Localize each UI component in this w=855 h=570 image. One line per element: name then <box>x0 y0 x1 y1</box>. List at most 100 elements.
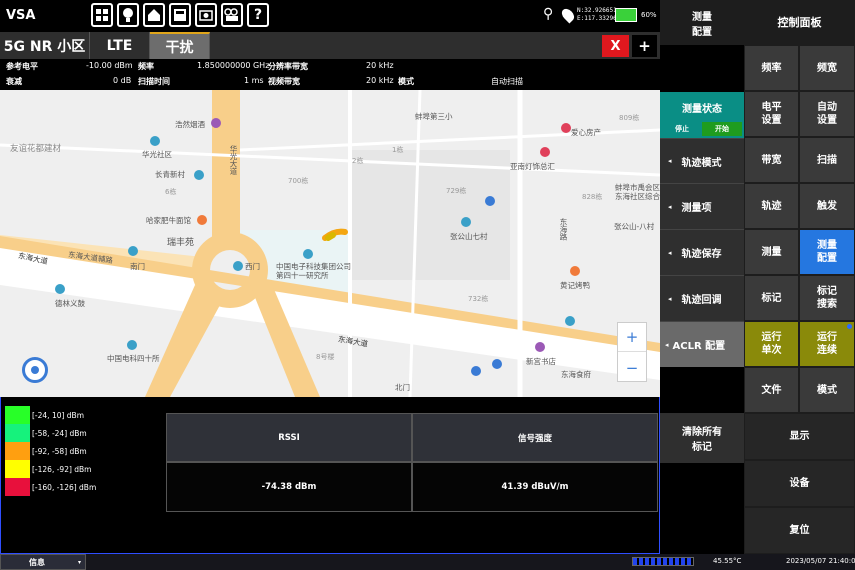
tab-lte[interactable]: LTE <box>90 32 150 59</box>
measurement-status-label: 测量状态 <box>682 104 722 115</box>
measure-config-button[interactable]: 测量 配置 <box>799 229 855 275</box>
close-tab-button[interactable]: X <box>602 35 629 57</box>
map-roads <box>0 90 660 397</box>
map-label: 中国电子科技集团公司第四十一研究所 <box>276 262 351 280</box>
ref-level-value: -10.00 dBm <box>86 61 133 70</box>
mode-value: 自动扫描 <box>491 77 523 86</box>
datetime: 2023/05/07 21:40:05 <box>786 557 855 565</box>
stop-toggle[interactable]: 停止 <box>662 122 702 136</box>
frequency-button[interactable]: 频率 <box>744 45 799 91</box>
trace-recall-label: 轨迹回调 <box>681 295 722 306</box>
poi-marker-icon <box>471 366 481 376</box>
map-label: 蚌埠第三小 <box>415 112 453 121</box>
control-panel: 控制面板 频率 频宽 电平 设置 自动 设置 带宽 扫描 轨迹 触发 测量 测量… <box>744 0 855 554</box>
legend-swatch <box>5 460 30 478</box>
caret-left-icon: ◂ <box>668 157 672 165</box>
frequency-value: 1.850000000 GHz <box>197 61 270 70</box>
auto-set-button[interactable]: 自动 设置 <box>799 91 855 137</box>
save-icon[interactable] <box>169 3 191 27</box>
building-label: 1栋 <box>392 146 404 154</box>
marker-button[interactable]: 标记 <box>744 275 799 321</box>
temperature: 45.55°C <box>713 557 742 565</box>
trace-mode-item[interactable]: ◂ 轨迹模式 <box>660 138 744 183</box>
table-header-rssi: RSSI <box>166 413 412 462</box>
help-icon[interactable]: ? <box>247 3 269 27</box>
reset-button[interactable]: 复位 <box>744 507 855 554</box>
trace-mode-label: 轨迹模式 <box>681 157 722 169</box>
tab-bar: 5G NR 小区 LTE 干扰 <box>0 32 660 59</box>
trace-save-item[interactable]: ◂ 轨迹保存 <box>660 229 744 275</box>
map-label: 爱心房产 <box>571 128 601 137</box>
map-label: 瑞丰苑 <box>167 238 195 248</box>
legend-row: [-58, -24] dBm <box>5 424 87 442</box>
poi-marker-icon <box>233 261 243 271</box>
caret-left-icon: ◂ <box>665 340 669 349</box>
sweep-button[interactable]: 扫描 <box>799 137 855 183</box>
legend-row: [-24, 10] dBm <box>5 406 84 424</box>
clear-markers-line2: 标记 <box>692 442 712 453</box>
clear-markers-button[interactable]: 清除所有 标记 <box>660 413 744 463</box>
building-label: 729栋 <box>446 187 467 195</box>
status-toggle: 停止 开始 <box>662 122 742 136</box>
poi-marker-icon <box>197 215 207 225</box>
legend-label: [-58, -24] dBm <box>32 428 87 438</box>
map-view[interactable]: 浩然烟酒 华光社区 长青新村 哈家肥牛面馆 瑞丰苑 友谊花都建材 东海大道 东海… <box>0 90 660 397</box>
tab-interference[interactable]: 干扰 <box>150 32 210 59</box>
map-label: 张公山七村 <box>450 232 488 241</box>
add-tab-button[interactable]: + <box>632 35 657 57</box>
battery-percent: 60% <box>641 11 657 19</box>
measure-button[interactable]: 测量 <box>744 229 799 275</box>
caret-left-icon: ◂ <box>668 248 672 257</box>
trigger-button[interactable]: 触发 <box>799 183 855 229</box>
record-icon[interactable] <box>221 3 243 27</box>
map-label: 德林义鼓 <box>55 299 85 308</box>
attenuation-value: 0 dB <box>113 76 132 85</box>
map-label: 新宫书店 <box>526 357 556 366</box>
legend-row: [-160, -126] dBm <box>5 478 96 496</box>
level-settings-button[interactable]: 电平 设置 <box>744 91 799 137</box>
measurement-item-label: 测量项 <box>681 203 712 214</box>
rssi-value: -74.38 dBm <box>166 462 412 512</box>
map-label: 黄记烤鸭 <box>560 281 590 290</box>
measurement-item[interactable]: ◂ 测量项 <box>660 183 744 229</box>
frequency-label: 频率 <box>138 62 154 71</box>
signal-strength-value: 41.39 dBuV/m <box>412 462 658 512</box>
bandwidth-button[interactable]: 带宽 <box>744 137 799 183</box>
legend-label: [-160, -126] dBm <box>32 482 97 492</box>
poi-marker-icon <box>535 342 545 352</box>
trace-recall-item[interactable]: ◂ 轨迹回调 <box>660 275 744 321</box>
app-title: VSA <box>6 8 36 23</box>
info-dropdown[interactable]: 信息 ▾ <box>0 554 86 570</box>
poi-marker-icon <box>492 359 502 369</box>
display-button[interactable]: 显示 <box>744 413 855 460</box>
tab-5g-nr[interactable]: 5G NR 小区 <box>0 32 90 59</box>
device-button[interactable]: 设备 <box>744 460 855 507</box>
start-toggle[interactable]: 开始 <box>702 122 742 136</box>
building-label: 732栋 <box>468 295 489 303</box>
locate-me-icon[interactable] <box>22 357 48 383</box>
zoom-in-button[interactable]: + <box>618 323 646 352</box>
map-label: 哈家肥牛面馆 <box>146 216 191 225</box>
camera-icon[interactable] <box>195 3 217 27</box>
poi-marker-icon <box>561 123 571 133</box>
span-button[interactable]: 频宽 <box>799 45 855 91</box>
legend-swatch <box>5 406 30 424</box>
mode-button[interactable]: 模式 <box>799 367 855 413</box>
trace-button[interactable]: 轨迹 <box>744 183 799 229</box>
dropdown-arrow-icon: ▾ <box>77 558 81 566</box>
marker-search-button[interactable]: 标记 搜索 <box>799 275 855 321</box>
map-label: 华光大道 <box>229 145 238 175</box>
map-label: 华光社区 <box>142 150 172 159</box>
gps-lon: E:117.332960 <box>577 15 621 22</box>
bulb-icon[interactable] <box>117 3 139 27</box>
zoom-out-button[interactable]: − <box>618 353 646 382</box>
caret-left-icon: ◂ <box>668 294 672 303</box>
aclr-config-item[interactable]: ◂ ACLR 配置 <box>660 321 744 367</box>
home-icon[interactable] <box>143 3 165 27</box>
map-label: 长青新村 <box>155 170 185 179</box>
poi-marker-icon <box>565 316 575 326</box>
windows-icon[interactable] <box>91 3 113 27</box>
file-button[interactable]: 文件 <box>744 367 799 413</box>
run-single-button[interactable]: 运行 单次 <box>744 321 799 367</box>
poi-marker-icon <box>55 284 65 294</box>
